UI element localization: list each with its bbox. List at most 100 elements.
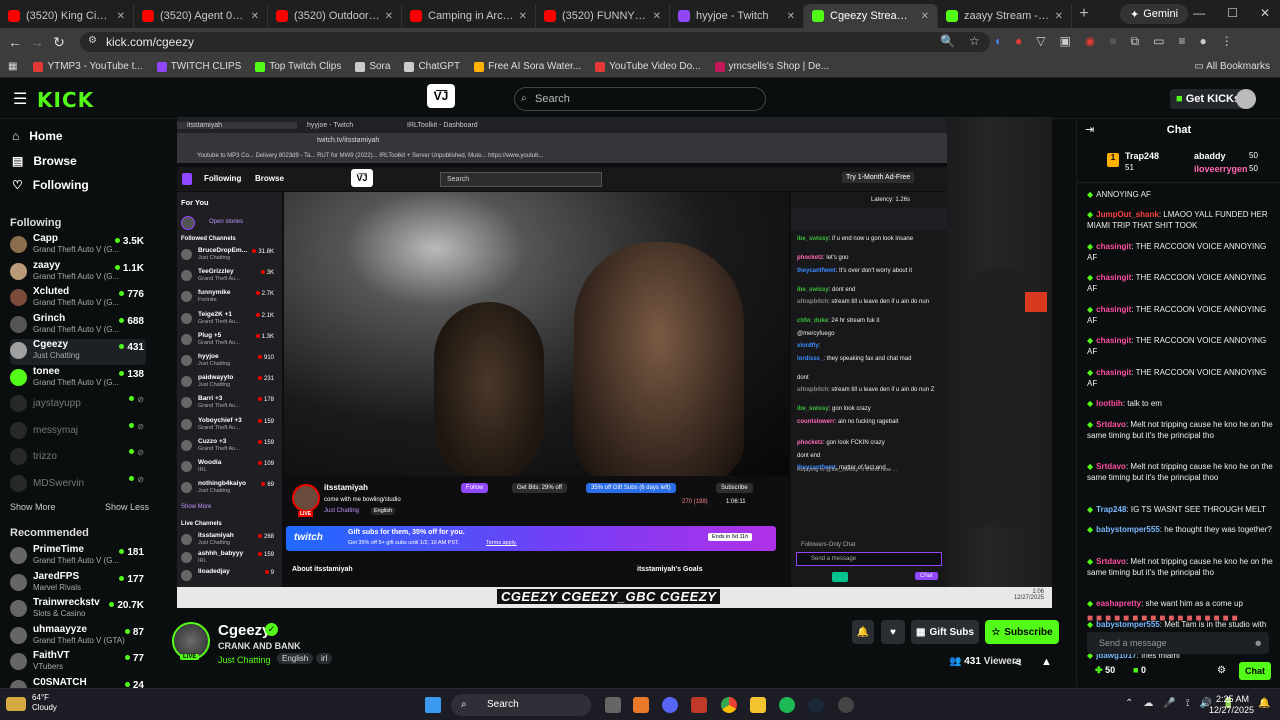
chat-username[interactable]: chasingit <box>1096 242 1131 251</box>
follow-heart-icon[interactable]: ♥ <box>881 620 905 644</box>
notification-bell-icon[interactable]: 🔔 <box>852 620 874 644</box>
new-tab-button[interactable]: + <box>1072 5 1096 23</box>
sidebar-channel-tonee[interactable]: tonee Grand Theft Auto V (G... 138 <box>10 366 146 392</box>
chat-input[interactable]: Send a message ☻ <box>1087 632 1269 654</box>
zoom-icon[interactable]: 🔍 <box>940 34 955 49</box>
bookmark-item[interactable]: ymcsells's Shop | De... <box>714 61 829 72</box>
extension-icon[interactable]: ◉ <box>1085 34 1095 49</box>
app-icon[interactable] <box>633 697 649 713</box>
get-kicks-button[interactable]: ■ Get KICKs <box>1170 89 1247 109</box>
bookmark-item[interactable]: Sora <box>355 61 390 72</box>
extension-icon[interactable]: ▽ <box>1036 34 1045 49</box>
spotify-icon[interactable] <box>779 697 795 713</box>
sidebar-channel-trizzo[interactable]: trizzo ⊘ <box>10 445 146 471</box>
chat-username[interactable]: JumpOut_shank <box>1096 210 1159 219</box>
taskbar-clock[interactable]: 2:25 AM 12/27/2025 <box>1209 694 1254 716</box>
browser-tab[interactable]: (3520) King Cid - YouTube ✕ <box>0 4 134 28</box>
browser-tab[interactable]: Camping in Arctic Circle ✕ <box>402 4 536 28</box>
nav-browse[interactable]: ▤ Browse <box>12 154 77 168</box>
recommended-channel[interactable]: PrimeTime Grand Theft Auto V (G... 181 <box>10 544 146 570</box>
chat-username[interactable]: lootbih <box>1096 399 1123 408</box>
recommended-channel[interactable]: uhmaayyze Grand Theft Auto V (GTA) 87 <box>10 624 146 650</box>
show-more-button[interactable]: Show More <box>10 502 56 512</box>
browser-tab[interactable]: Cgeezy Stream - W ✕ <box>804 4 938 28</box>
chat-username[interactable]: chasingit <box>1096 305 1131 314</box>
gift-subs-button[interactable]: ▦ Gift Subs <box>911 620 979 644</box>
chat-username[interactable]: chasingit <box>1096 336 1131 345</box>
close-tab-icon[interactable]: ✕ <box>251 11 259 22</box>
sidebar-channel-jaystayupp[interactable]: jaystayupp ⊘ <box>10 392 146 418</box>
menu-icon[interactable]: ⋮ <box>1221 34 1233 49</box>
show-less-button[interactable]: Show Less <box>105 502 149 512</box>
apps-icon[interactable]: ▦ <box>8 61 17 72</box>
sidebar-channel-grinch[interactable]: Grinch Grand Theft Auto V (G... 688 <box>10 313 146 339</box>
sidebar-channel-mdswervin[interactable]: MDSwervin ⊘ <box>10 472 146 498</box>
sidebar-channel-cgeezy[interactable]: Cgeezy Just Chatting 431 <box>10 339 146 365</box>
steam-icon[interactable] <box>808 697 824 713</box>
close-tab-icon[interactable]: ✕ <box>787 11 795 22</box>
discord-icon[interactable] <box>662 697 678 713</box>
bookmark-item[interactable]: ChatGPT <box>404 61 460 72</box>
windows-start-icon[interactable] <box>425 697 441 713</box>
stream-category[interactable]: Just Chatting <box>218 655 271 665</box>
back-icon[interactable]: ← <box>4 34 26 50</box>
nav-following[interactable]: ♡ Following <box>12 178 89 192</box>
app-icon[interactable] <box>691 697 707 713</box>
weather-widget[interactable]: 64°F Cloudy <box>32 693 57 713</box>
close-icon[interactable]: ✕ <box>1260 6 1270 20</box>
chat-username[interactable]: chasingit <box>1096 273 1131 282</box>
tag-irl[interactable]: irl <box>316 653 333 664</box>
close-tab-icon[interactable]: ✕ <box>921 11 929 22</box>
sidebar-channel-zaayy[interactable]: zaayy Grand Theft Auto V (G... 1.1K <box>10 260 146 286</box>
chat-username[interactable]: Trap248 <box>1096 505 1126 514</box>
chat-username[interactable]: Srtdavo <box>1096 557 1126 566</box>
forward-icon[interactable]: → <box>26 34 48 50</box>
chat-username[interactable]: Srtdavo <box>1096 420 1126 429</box>
recommended-channel[interactable]: Trainwreckstv Slots & Casino 20.7K <box>10 597 146 623</box>
report-icon[interactable]: ▲ <box>1041 656 1052 668</box>
reload-icon[interactable]: ↻ <box>48 34 70 51</box>
maximize-icon[interactable]: ☐ <box>1227 6 1238 20</box>
profile-icon[interactable]: ● <box>1199 34 1206 49</box>
site-info-icon[interactable]: ⚙ <box>88 35 97 46</box>
extension-icon[interactable]: ■ <box>1109 34 1116 49</box>
extension-icon[interactable]: ◖ <box>994 34 1001 49</box>
sidebar-channel-xcluted[interactable]: Xcluted Grand Theft Auto V (G... 776 <box>10 286 146 312</box>
browser-tab[interactable]: (3520) FUNNYMIKE RE ✕ <box>536 4 670 28</box>
tag-language[interactable]: English <box>277 653 314 664</box>
file-explorer-icon[interactable] <box>750 697 766 713</box>
share-icon[interactable]: ⋖ <box>1013 656 1022 669</box>
extension-icon[interactable]: ▣ <box>1059 34 1070 49</box>
chrome-icon[interactable] <box>721 697 737 713</box>
bookmark-item[interactable]: TWITCH CLIPS <box>156 61 241 72</box>
minimize-icon[interactable]: — <box>1193 6 1205 20</box>
emoji-icon[interactable]: ☻ <box>1254 632 1263 654</box>
sidepanel-icon[interactable]: ▭ <box>1153 34 1164 49</box>
recommended-channel[interactable]: FaithVT VTubers 77 <box>10 650 146 676</box>
close-tab-icon[interactable]: ✕ <box>385 11 393 22</box>
subscribe-button[interactable]: ☆ Subscribe <box>985 620 1059 644</box>
browser-tab[interactable]: (3520) Outdoor Boys - Y ✕ <box>268 4 402 28</box>
close-tab-icon[interactable]: ✕ <box>519 11 527 22</box>
chat-settings-icon[interactable]: ⚙ <box>1217 665 1226 676</box>
channel-name[interactable]: Cgeezy <box>218 622 271 639</box>
close-tab-icon[interactable]: ✕ <box>117 11 125 22</box>
gemini-button[interactable]: ✦ Gemini <box>1120 4 1189 24</box>
taskbar-search[interactable]: ⌕ Search <box>451 694 591 716</box>
send-chat-button[interactable]: Chat <box>1239 662 1271 680</box>
extension-icon[interactable]: ● <box>1015 34 1022 49</box>
points-display[interactable]: ✤ 50 <box>1095 665 1115 676</box>
search-input[interactable]: ⌕ Search <box>514 87 766 111</box>
bookmark-item[interactable]: YouTube Video Do... <box>595 61 701 72</box>
browser-tab[interactable]: hyyjoe - Twitch ✕ <box>670 4 804 28</box>
media-icon[interactable]: ≡ <box>1178 34 1185 49</box>
close-tab-icon[interactable]: ✕ <box>653 11 661 22</box>
bookmark-item[interactable]: YTMP3 - YouTube t... <box>33 61 143 72</box>
browser-tab[interactable]: zaayy Stream - Watch L ✕ <box>938 4 1072 28</box>
nav-home[interactable]: ⌂ Home <box>12 129 63 143</box>
close-tab-icon[interactable]: ✕ <box>1055 11 1063 22</box>
app-icon[interactable] <box>838 697 854 713</box>
browser-tab[interactable]: (3520) Agent 00 Everything ✕ <box>134 4 268 28</box>
sidebar-channel-messymaj[interactable]: messymaj ⊘ <box>10 419 146 445</box>
video-player[interactable]: itsstamiyah hyyjoe - Twitch IRLToolkit -… <box>177 117 1052 608</box>
